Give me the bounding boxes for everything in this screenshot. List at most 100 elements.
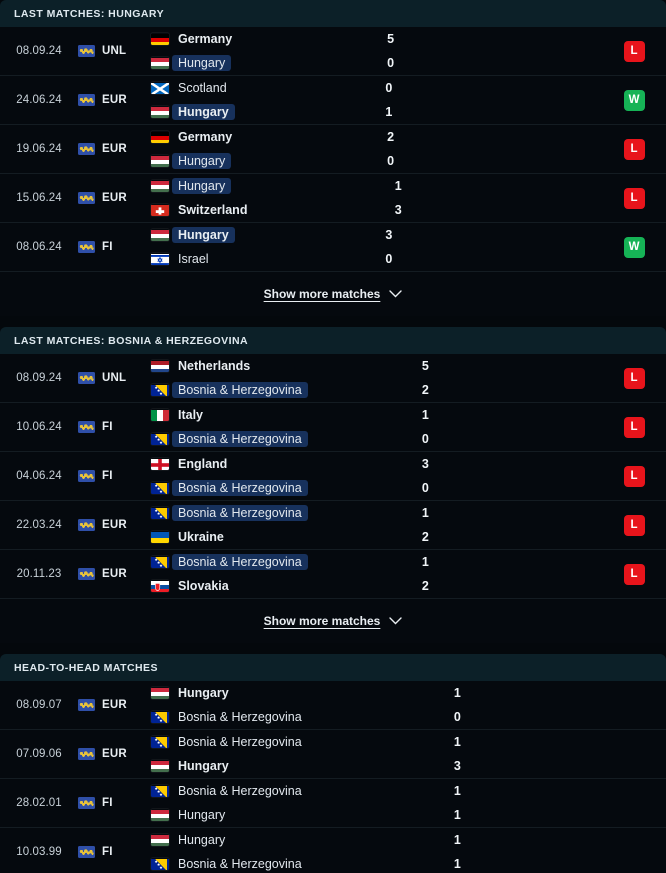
- home-team[interactable]: Italy: [151, 408, 400, 423]
- match-competition: EUR: [78, 143, 146, 155]
- show-more-matches-button[interactable]: Show more matches: [0, 272, 666, 316]
- section-divider: [0, 643, 666, 654]
- home-team[interactable]: England: [151, 457, 400, 472]
- competition-label: FI: [102, 797, 113, 809]
- team-names: Bosnia & Herzegovina Ukraine: [146, 504, 400, 545]
- match-row[interactable]: 10.03.99 FI Hungary Bosnia & Herzegovina…: [0, 828, 666, 873]
- home-team-name: Hungary: [178, 832, 226, 847]
- home-team[interactable]: Hungary: [151, 833, 432, 848]
- home-team[interactable]: Netherlands: [151, 359, 400, 374]
- home-team[interactable]: Bosnia & Herzegovina: [151, 553, 400, 571]
- away-team-name: Slovakia: [178, 578, 229, 593]
- flag-icon-hungary: [151, 760, 169, 772]
- away-team[interactable]: Bosnia & Herzegovina: [151, 710, 432, 725]
- away-team[interactable]: Bosnia & Herzegovina: [151, 381, 400, 399]
- match-row[interactable]: 08.06.24 FI Hungary Israel 3 0 W: [0, 223, 666, 272]
- match-row[interactable]: 04.06.24 FI England Bosnia & Herzegovina…: [0, 452, 666, 501]
- world-map-icon: [78, 241, 95, 253]
- match-date: 08.09.24: [16, 45, 62, 57]
- section-title: HEAD-TO-HEAD MATCHES: [14, 661, 158, 674]
- home-team[interactable]: Hungary: [151, 686, 432, 701]
- match-result: L: [602, 187, 666, 209]
- flag-icon-hungary: [151, 57, 169, 69]
- home-team[interactable]: Hungary: [151, 177, 373, 195]
- away-team[interactable]: Switzerland: [151, 203, 373, 218]
- result-badge: W: [623, 89, 645, 111]
- match-row[interactable]: 28.02.01 FI Bosnia & Herzegovina Hungary…: [0, 779, 666, 828]
- home-team[interactable]: Germany: [151, 32, 365, 47]
- away-team-name: Bosnia & Herzegovina: [172, 381, 308, 399]
- home-team[interactable]: Germany: [151, 130, 365, 145]
- away-team[interactable]: Israel: [151, 252, 363, 267]
- match-date: 19.06.24: [16, 143, 62, 155]
- match-row[interactable]: 15.06.24 EUR Hungary Switzerland 1 3 L: [0, 174, 666, 223]
- team-names: Hungary Bosnia & Herzegovina: [146, 686, 432, 725]
- result-badge: L: [623, 416, 645, 438]
- away-team[interactable]: Hungary: [151, 103, 363, 121]
- away-team[interactable]: Hungary: [151, 54, 365, 72]
- match-date: 08.09.07: [16, 699, 62, 711]
- match-result: W: [602, 236, 666, 258]
- match-row[interactable]: 24.06.24 EUR Scotland Hungary 0 1 W: [0, 76, 666, 125]
- competition-label: EUR: [102, 94, 127, 106]
- home-team[interactable]: Bosnia & Herzegovina: [151, 504, 400, 522]
- flag-icon-bosnia: [151, 736, 169, 748]
- match-competition: FI: [78, 846, 146, 858]
- world-map-icon: [78, 568, 95, 580]
- flag-icon-bosnia: [151, 384, 169, 396]
- result-badge: L: [623, 367, 645, 389]
- home-team[interactable]: Bosnia & Herzegovina: [151, 735, 432, 750]
- flag-icon-england: [151, 458, 169, 470]
- away-score: 3: [453, 758, 461, 773]
- home-team[interactable]: Hungary: [151, 226, 363, 244]
- match-row[interactable]: 19.06.24 EUR Germany Hungary 2 0 L: [0, 125, 666, 174]
- flag-icon-germany: [151, 33, 169, 45]
- flag-icon-hungary: [151, 687, 169, 699]
- away-team[interactable]: Slovakia: [151, 579, 400, 594]
- match-row[interactable]: 10.06.24 FI Italy Bosnia & Herzegovina 1…: [0, 403, 666, 452]
- away-team[interactable]: Hungary: [151, 759, 432, 774]
- home-score: 1: [421, 505, 429, 520]
- home-team[interactable]: Bosnia & Herzegovina: [151, 784, 432, 799]
- match-score: 1 1: [432, 833, 542, 872]
- match-row[interactable]: 08.09.24 UNL Netherlands Bosnia & Herzeg…: [0, 354, 666, 403]
- match-list: 08.09.24 UNL Germany Hungary 5 0 L 24.06…: [0, 27, 666, 272]
- match-row[interactable]: 07.09.06 EUR Bosnia & Herzegovina Hungar…: [0, 730, 666, 779]
- team-names: Bosnia & Herzegovina Slovakia: [146, 553, 400, 594]
- competition-label: EUR: [102, 143, 127, 155]
- match-list: 08.09.07 EUR Hungary Bosnia & Herzegovin…: [0, 681, 666, 873]
- home-team-name: Hungary: [172, 177, 232, 195]
- match-row[interactable]: 08.09.07 EUR Hungary Bosnia & Herzegovin…: [0, 681, 666, 730]
- away-score: 0: [421, 431, 429, 446]
- match-row[interactable]: 22.03.24 EUR Bosnia & Herzegovina Ukrain…: [0, 501, 666, 550]
- away-team[interactable]: Hungary: [151, 152, 365, 170]
- flag-icon-bosnia: [151, 858, 169, 870]
- away-score: 3: [394, 202, 402, 217]
- away-team[interactable]: Hungary: [151, 808, 432, 823]
- flag-icon-hungary: [151, 155, 169, 167]
- team-names: Scotland Hungary: [146, 81, 363, 121]
- away-score: 0: [387, 153, 395, 168]
- match-date: 08.06.24: [16, 241, 62, 253]
- match-row[interactable]: 20.11.23 EUR Bosnia & Herzegovina Slovak…: [0, 550, 666, 599]
- show-more-matches-button[interactable]: Show more matches: [0, 599, 666, 643]
- home-score: 2: [387, 129, 395, 144]
- flag-icon-scotland: [151, 82, 169, 94]
- away-score: 0: [387, 55, 395, 70]
- home-team-name: Scotland: [178, 80, 227, 95]
- flag-icon-hungary: [151, 834, 169, 846]
- home-team[interactable]: Scotland: [151, 81, 363, 96]
- home-score: 5: [421, 358, 429, 373]
- away-team[interactable]: Bosnia & Herzegovina: [151, 430, 400, 448]
- match-date: 04.06.24: [16, 470, 62, 482]
- away-team[interactable]: Bosnia & Herzegovina: [151, 857, 432, 872]
- match-row[interactable]: 08.09.24 UNL Germany Hungary 5 0 L: [0, 27, 666, 76]
- home-score: 1: [421, 554, 429, 569]
- flag-icon-bosnia: [151, 785, 169, 797]
- away-team[interactable]: Bosnia & Herzegovina: [151, 479, 400, 497]
- home-score: 3: [421, 456, 429, 471]
- home-team-name: Germany: [178, 129, 233, 144]
- world-map-icon: [78, 470, 95, 482]
- section-header-head-to-head-matches: HEAD-TO-HEAD MATCHES: [0, 654, 666, 681]
- away-team[interactable]: Ukraine: [151, 530, 400, 545]
